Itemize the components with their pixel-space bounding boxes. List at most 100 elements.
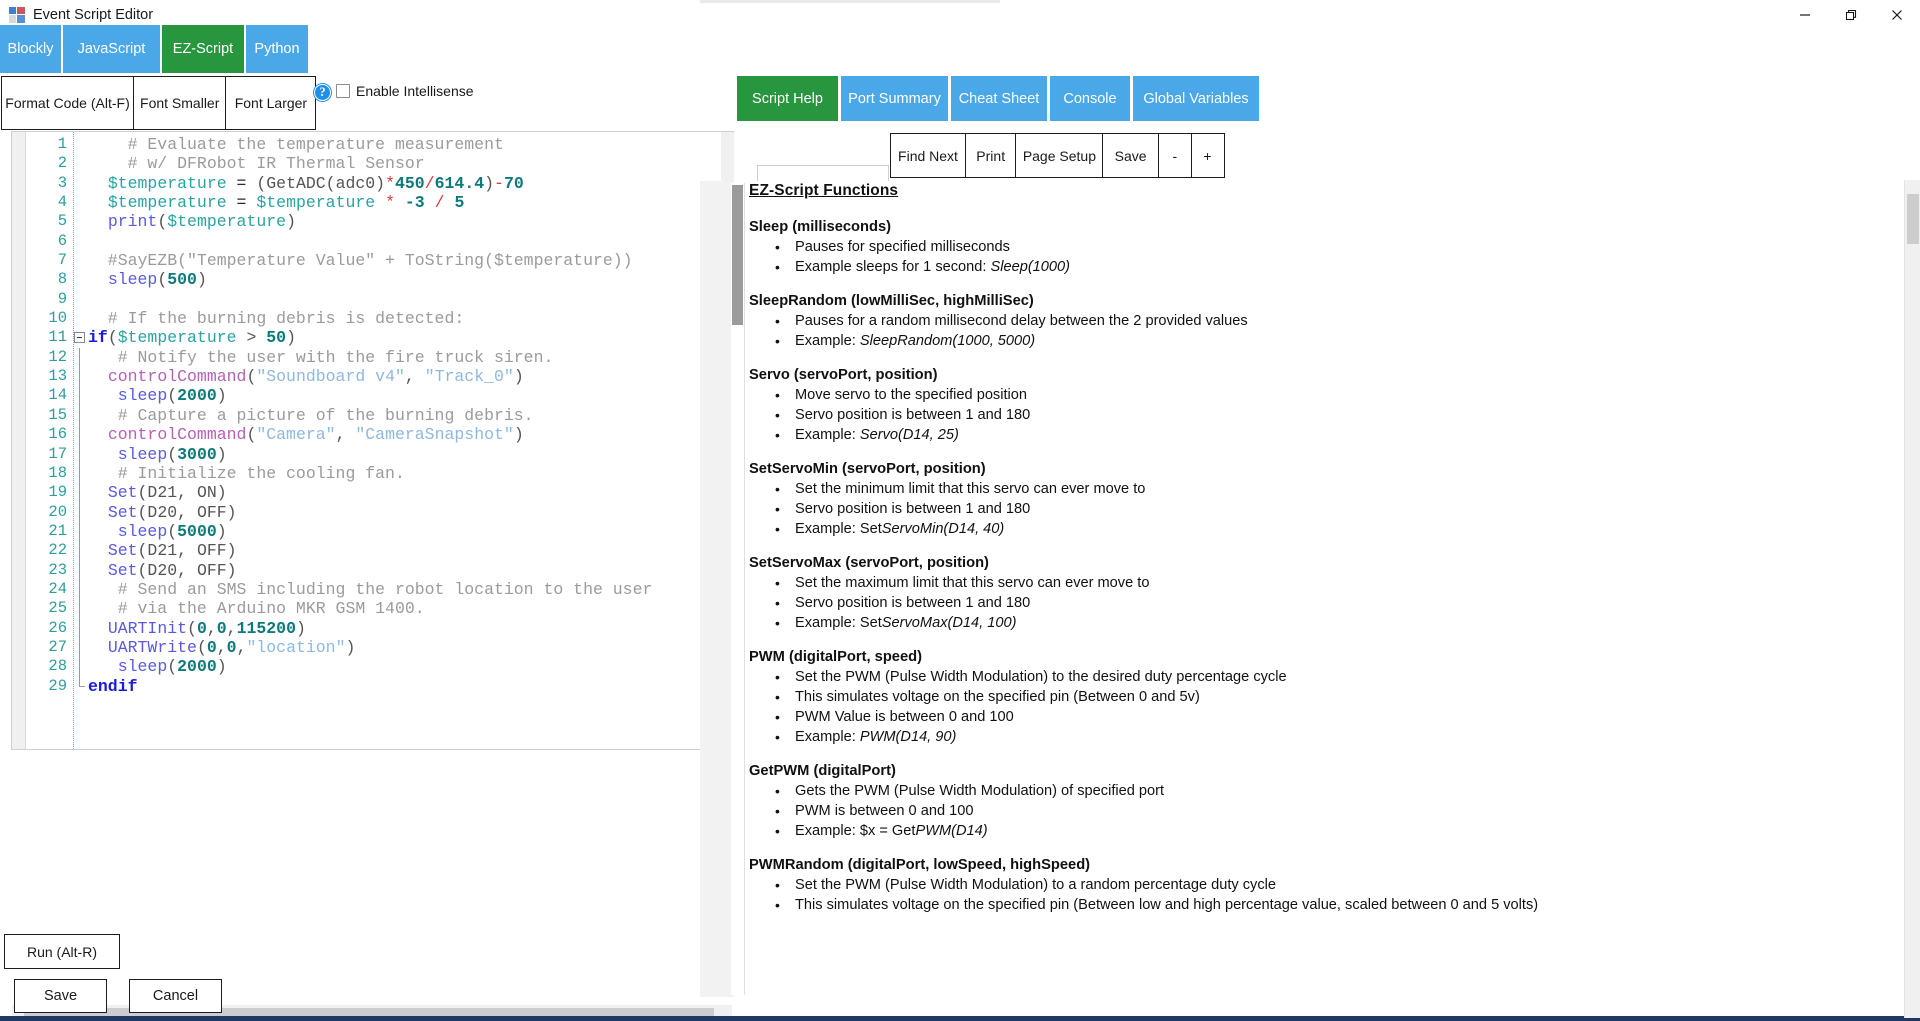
restore-button[interactable]	[1828, 0, 1874, 29]
font-smaller-button[interactable]: Font Smaller	[132, 76, 227, 130]
fold-column[interactable]	[72, 444, 88, 464]
fold-column[interactable]	[72, 405, 88, 426]
save-button[interactable]: Save	[14, 979, 107, 1013]
fold-column[interactable]	[72, 290, 88, 309]
fold-column[interactable]	[72, 174, 88, 193]
format-code-button[interactable]: Format Code (Alt-F)	[1, 76, 134, 130]
fold-column[interactable]	[72, 232, 88, 251]
minimize-button[interactable]	[1782, 0, 1828, 29]
find-next-button[interactable]: Find Next	[890, 133, 966, 178]
tab-ez-script[interactable]: EZ-Script	[162, 25, 244, 73]
tab-python[interactable]: Python	[246, 25, 308, 73]
window-top-edge	[700, 0, 1000, 3]
code-token: Set	[107, 541, 138, 561]
code-text-area[interactable]: 1 # Evaluate the temperature measurement…	[26, 132, 733, 749]
doc-vertical-scrollbar[interactable]	[731, 183, 745, 995]
scrollbar-thumb[interactable]	[1907, 194, 1919, 244]
doc-bullet-list: Pauses for a random millisecond delay be…	[749, 312, 1897, 351]
print-button[interactable]: Print	[964, 133, 1017, 178]
window-vertical-scrollbar[interactable]	[1904, 180, 1920, 1018]
doc-bullet: Example: PWM(D14, 90)	[775, 728, 1897, 747]
code-token: controlCommand	[107, 367, 247, 387]
fold-column[interactable]	[72, 579, 88, 600]
cancel-button[interactable]: Cancel	[129, 979, 222, 1013]
save-doc-button[interactable]: Save	[1102, 133, 1160, 178]
fold-column[interactable]	[72, 193, 88, 212]
code-editor[interactable]: 1 # Evaluate the temperature measurement…	[11, 131, 734, 750]
fold-column[interactable]	[72, 135, 88, 154]
fold-column[interactable]	[72, 212, 88, 231]
fold-column[interactable]	[72, 386, 88, 406]
font-larger-button[interactable]: Font Larger	[225, 76, 317, 130]
doc-bullet-example: Servo(D14, 25)	[859, 427, 959, 444]
fold-column[interactable]	[72, 425, 88, 445]
zoom-out-button[interactable]: -	[1157, 133, 1192, 178]
fold-column[interactable]	[72, 676, 88, 696]
doc-bullet-text: PWM Value is between 0 and 100	[795, 709, 1014, 726]
code-line-text: $temperature = (GetADC(adc0)*450/614.4)-…	[88, 174, 733, 193]
fold-column[interactable]	[72, 251, 88, 270]
zoom-in-button[interactable]: +	[1190, 133, 1225, 178]
doc-body: Sleep (milliseconds) Pauses for specified…	[749, 218, 1897, 915]
intellisense-checkbox[interactable]	[336, 84, 350, 98]
code-line: 10 # If the burning debris is detected:	[26, 309, 733, 328]
scrollbar-thumb[interactable]	[732, 185, 743, 325]
fold-column[interactable]	[72, 328, 88, 347]
code-token: 115200	[236, 618, 296, 638]
help-tab-bar: Script Help Port Summary Cheat Sheet Con…	[737, 76, 1262, 121]
code-token: # Initialize the cooling fan.	[88, 463, 405, 483]
run-button[interactable]: Run (Alt-R)	[4, 934, 120, 969]
doc-bullet: Example: Servo(D14, 25)	[775, 426, 1897, 445]
fold-column[interactable]	[72, 541, 88, 561]
fold-column[interactable]	[72, 560, 88, 580]
doc-action-toolbar: Find Next Print Page Setup Save - +	[890, 133, 1225, 178]
code-token: # Capture a picture of the burning debri…	[88, 405, 534, 425]
help-icon[interactable]: ?	[314, 84, 331, 101]
code-lines: 1 # Evaluate the temperature measurement…	[26, 135, 733, 696]
doc-function-block: Sleep (milliseconds) Pauses for specified…	[749, 218, 1897, 277]
fold-column[interactable]	[72, 483, 88, 503]
line-number: 27	[48, 637, 67, 656]
doc-function-block: GetPWM (digitalPort) Gets the PWM (Pulse …	[749, 762, 1897, 841]
code-line: 8 sleep(500)	[26, 270, 733, 289]
code-token: ,	[404, 367, 425, 387]
doc-bullet-text: This simulates voltage on the specified …	[795, 689, 1200, 706]
fold-collapse-icon[interactable]	[74, 332, 85, 344]
fold-column[interactable]	[72, 637, 88, 658]
tab-blockly[interactable]: Blockly	[0, 25, 61, 73]
fold-guide-line	[79, 444, 80, 464]
page-setup-button[interactable]: Page Setup	[1015, 133, 1104, 178]
fold-column[interactable]	[72, 599, 88, 619]
doc-bullet-text: Example:	[795, 427, 860, 444]
doc-bullet-list: Set the minimum limit that this servo ca…	[749, 480, 1897, 539]
code-token: Set	[107, 483, 138, 503]
tab-console[interactable]: Console	[1050, 76, 1130, 121]
fold-column[interactable]	[72, 154, 88, 173]
tab-cheat-sheet[interactable]: Cheat Sheet	[951, 76, 1047, 121]
code-line-text: # Notify the user with the fire truck si…	[88, 348, 733, 367]
doc-function-block: PWMRandom (digitalPort, lowSpeed, highSp…	[749, 856, 1897, 915]
fold-column[interactable]	[72, 657, 88, 677]
fold-column[interactable]	[72, 463, 88, 484]
fold-column[interactable]	[72, 521, 88, 542]
doc-bullet-list: Move servo to the specified position Serv…	[749, 386, 1897, 445]
fold-column[interactable]	[72, 309, 88, 328]
fold-column[interactable]	[72, 367, 88, 387]
tab-script-help[interactable]: Script Help	[737, 76, 838, 121]
fold-column[interactable]	[72, 502, 88, 522]
tab-javascript[interactable]: JavaScript	[63, 25, 160, 73]
code-line: 20 Set(D20, OFF)	[26, 502, 733, 522]
fold-column[interactable]	[72, 618, 88, 638]
fold-column[interactable]	[72, 347, 88, 368]
tab-port-summary[interactable]: Port Summary	[841, 76, 948, 121]
language-tab-bar: Blockly JavaScript EZ-Script Python	[0, 25, 310, 73]
enable-intellisense-control[interactable]: Enable Intellisense	[336, 83, 474, 99]
code-line-text: sleep(2000)	[88, 657, 733, 676]
code-token: ,	[206, 618, 217, 638]
fold-column[interactable]	[72, 270, 88, 289]
format-toolbar: Format Code (Alt-F) Font Smaller Font La…	[1, 76, 317, 130]
close-button[interactable]	[1874, 0, 1920, 29]
tab-global-variables[interactable]: Global Variables	[1133, 76, 1259, 121]
doc-bullet: PWM Value is between 0 and 100	[775, 708, 1897, 727]
